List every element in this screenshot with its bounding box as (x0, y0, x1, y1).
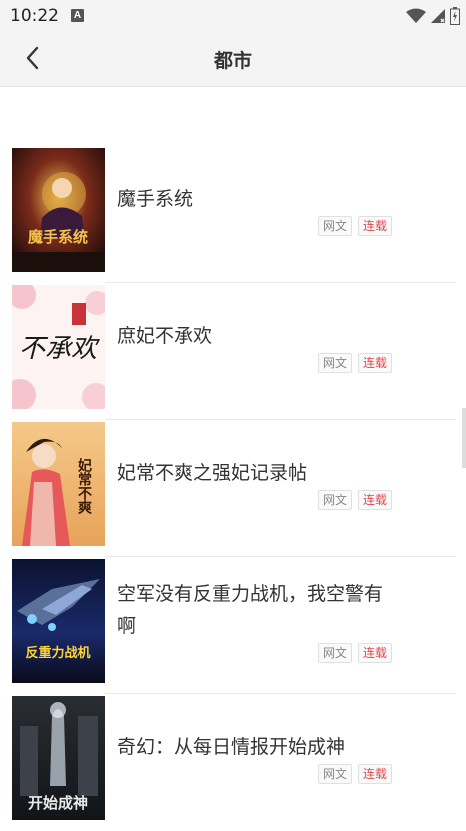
genre-tag: 网文 (318, 353, 353, 373)
book-title: 魔手系统 (117, 188, 194, 210)
signal-icon (431, 9, 445, 23)
book-cover-image: 妃常不爽 (12, 422, 105, 546)
genre-tag: 网文 (318, 490, 353, 510)
book-list: 魔手系统 魔手系统 网文 连载 不承欢 庶妃不承欢 网文 连载 妃常不爽 妃常不… (0, 146, 466, 831)
book-cover-image: 魔手系统 (12, 148, 105, 272)
book-cover-image: 开始成神 (12, 696, 105, 820)
book-list-item[interactable]: 魔手系统 魔手系统 网文 连载 (0, 146, 466, 283)
book-title: 奇幻：从每日情报开始成神 (117, 736, 346, 758)
svg-text:妃常不爽: 妃常不爽 (76, 457, 92, 515)
status-icons (406, 6, 460, 26)
status-tag: 连载 (358, 764, 393, 784)
top-app-bar: 都市 (0, 32, 466, 87)
book-list-item[interactable]: 妃常不爽 妃常不爽之强妃记录帖 网文 连载 (0, 420, 466, 557)
status-tag: 连载 (358, 353, 393, 373)
book-tags: 网文 连载 (318, 216, 393, 236)
book-list-item[interactable]: 不承欢 庶妃不承欢 网文 连载 (0, 283, 466, 420)
svg-text:不承欢: 不承欢 (19, 334, 101, 364)
status-tag: 连载 (358, 643, 393, 663)
genre-tag: 网文 (318, 764, 353, 784)
book-tags: 网文 连载 (318, 353, 393, 373)
genre-tag: 网文 (318, 216, 353, 236)
book-tags: 网文 连载 (318, 764, 393, 784)
status-tag: 连载 (358, 490, 393, 510)
notification-icon: A (71, 9, 84, 22)
book-list-item[interactable]: 反重力战机 空军没有反重力战机，我空警有啊 网文 连载 (0, 557, 466, 694)
status-bar: 10:22 A (0, 0, 466, 32)
book-title: 空军没有反重力战机，我空警有啊 (117, 583, 384, 637)
svg-text:开始成神: 开始成神 (28, 794, 88, 812)
wifi-icon (406, 8, 426, 23)
book-tags: 网文 连载 (318, 490, 393, 510)
genre-tag: 网文 (318, 643, 353, 663)
status-tag: 连载 (358, 216, 393, 236)
svg-text:魔手系统: 魔手系统 (28, 228, 88, 246)
book-title: 庶妃不承欢 (117, 325, 213, 347)
svg-text:反重力战机: 反重力战机 (25, 645, 90, 661)
scrollbar[interactable] (462, 408, 466, 468)
book-title: 妃常不爽之强妃记录帖 (117, 462, 308, 484)
battery-icon (450, 7, 460, 25)
book-tags: 网文 连载 (318, 643, 393, 663)
page-title: 都市 (213, 50, 252, 72)
status-time: 10:22 (10, 6, 59, 26)
book-cover-image: 不承欢 (12, 285, 105, 409)
book-list-item[interactable]: 开始成神 奇幻：从每日情报开始成神 网文 连载 (0, 694, 466, 831)
book-cover-image: 反重力战机 (12, 559, 105, 683)
